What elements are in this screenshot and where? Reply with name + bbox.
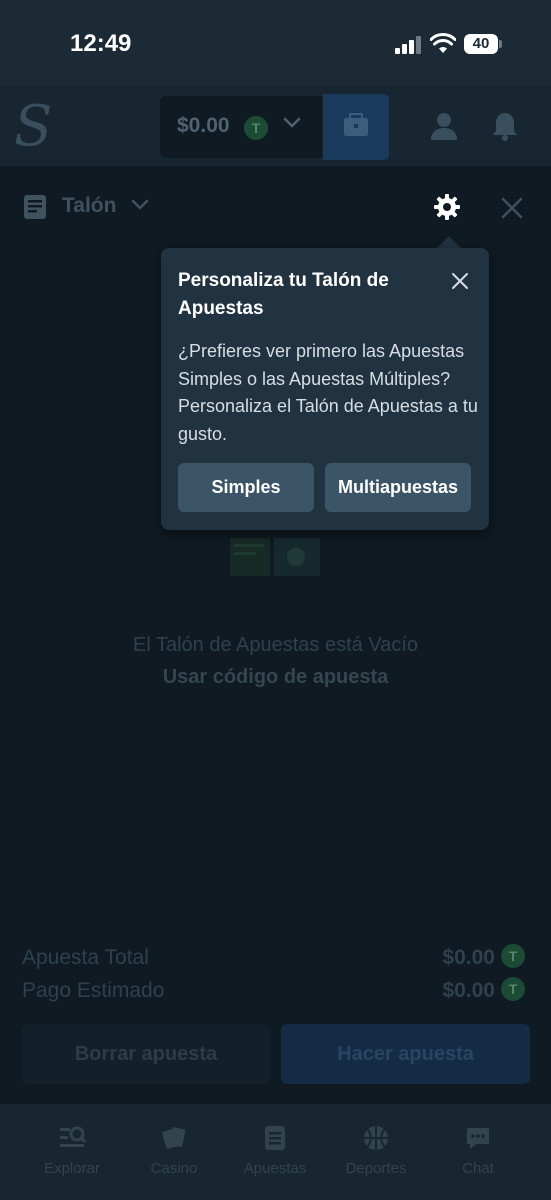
clear-bet-button[interactable]: Borrar apuesta bbox=[22, 1024, 270, 1084]
chevron-down-icon[interactable] bbox=[131, 199, 149, 211]
wallet-balance: $0.00 bbox=[177, 114, 230, 137]
total-stake-row: Apuesta Total $0.00 T bbox=[22, 944, 529, 972]
nav-item-casino[interactable]: Casino bbox=[124, 1124, 224, 1194]
use-bet-code-link[interactable]: Usar código de apuesta bbox=[0, 666, 551, 689]
empty-betslip-message: El Talón de Apuestas está Vacío bbox=[132, 634, 418, 656]
wallet-button[interactable] bbox=[323, 94, 389, 160]
battery-tip bbox=[499, 40, 502, 48]
total-stake-label: Apuesta Total bbox=[22, 946, 149, 969]
close-icon[interactable] bbox=[451, 272, 469, 290]
cards-icon bbox=[162, 1127, 186, 1149]
customize-betslip-popover: Personaliza tu Talón de Apuestas ¿Prefie… bbox=[161, 248, 489, 530]
bell-icon[interactable] bbox=[490, 110, 520, 142]
cellular-signal-icon bbox=[395, 36, 421, 54]
status-bar: 12:49 40 bbox=[0, 0, 551, 86]
nav-label: Explorar bbox=[44, 1160, 100, 1177]
betslip-icon bbox=[265, 1126, 285, 1150]
multibets-button[interactable]: Multiapuestas bbox=[325, 463, 471, 512]
nav-item-chat[interactable]: Chat bbox=[428, 1124, 528, 1194]
chevron-down-icon[interactable] bbox=[282, 116, 302, 130]
popover-description: ¿Prefieres ver primero las Apuestas Simp… bbox=[178, 341, 478, 444]
estimated-payout-value: $0.00 bbox=[442, 979, 495, 1002]
place-bet-button[interactable]: Hacer apuesta bbox=[281, 1024, 530, 1084]
wallet-icon bbox=[344, 113, 368, 136]
empty-betslip-illustration bbox=[230, 538, 320, 576]
nav-label: Apuestas bbox=[243, 1160, 307, 1177]
estimated-payout-row: Pago Estimado $0.00 T bbox=[22, 977, 529, 1005]
nav-item-explorar[interactable]: Explorar bbox=[22, 1124, 122, 1194]
nav-label: Deportes bbox=[345, 1160, 407, 1177]
bottom-nav: Explorar Casino Apuestas Deportes Chat bbox=[0, 1104, 551, 1200]
popover-title: Personaliza tu Talón de Apuestas bbox=[178, 270, 389, 319]
estimated-payout-label: Pago Estimado bbox=[22, 979, 165, 1002]
battery-level: 40 bbox=[464, 34, 498, 54]
wifi-icon bbox=[430, 33, 456, 53]
gear-icon[interactable] bbox=[433, 193, 461, 221]
close-icon[interactable] bbox=[500, 196, 524, 220]
nav-label: Chat bbox=[462, 1160, 494, 1177]
token-icon: T bbox=[501, 977, 525, 1001]
user-icon[interactable] bbox=[428, 110, 460, 142]
nav-item-deportes[interactable]: Deportes bbox=[326, 1124, 426, 1194]
top-bar: S $0.00 T bbox=[0, 86, 551, 166]
nav-item-apuestas[interactable]: Apuestas bbox=[225, 1124, 325, 1194]
brand-logo[interactable]: S bbox=[14, 94, 54, 160]
popover-arrow bbox=[437, 236, 461, 248]
token-icon: T bbox=[501, 944, 525, 968]
token-icon: T bbox=[244, 116, 268, 140]
singles-button[interactable]: Simples bbox=[178, 463, 314, 512]
explore-icon bbox=[60, 1126, 86, 1147]
basketball-icon bbox=[364, 1126, 388, 1150]
total-stake-value: $0.00 bbox=[442, 946, 495, 969]
chat-icon bbox=[467, 1128, 489, 1149]
betslip-icon bbox=[24, 195, 46, 219]
status-time: 12:49 bbox=[70, 30, 132, 57]
nav-label: Casino bbox=[150, 1160, 198, 1177]
betslip-title[interactable]: Talón bbox=[62, 194, 116, 218]
